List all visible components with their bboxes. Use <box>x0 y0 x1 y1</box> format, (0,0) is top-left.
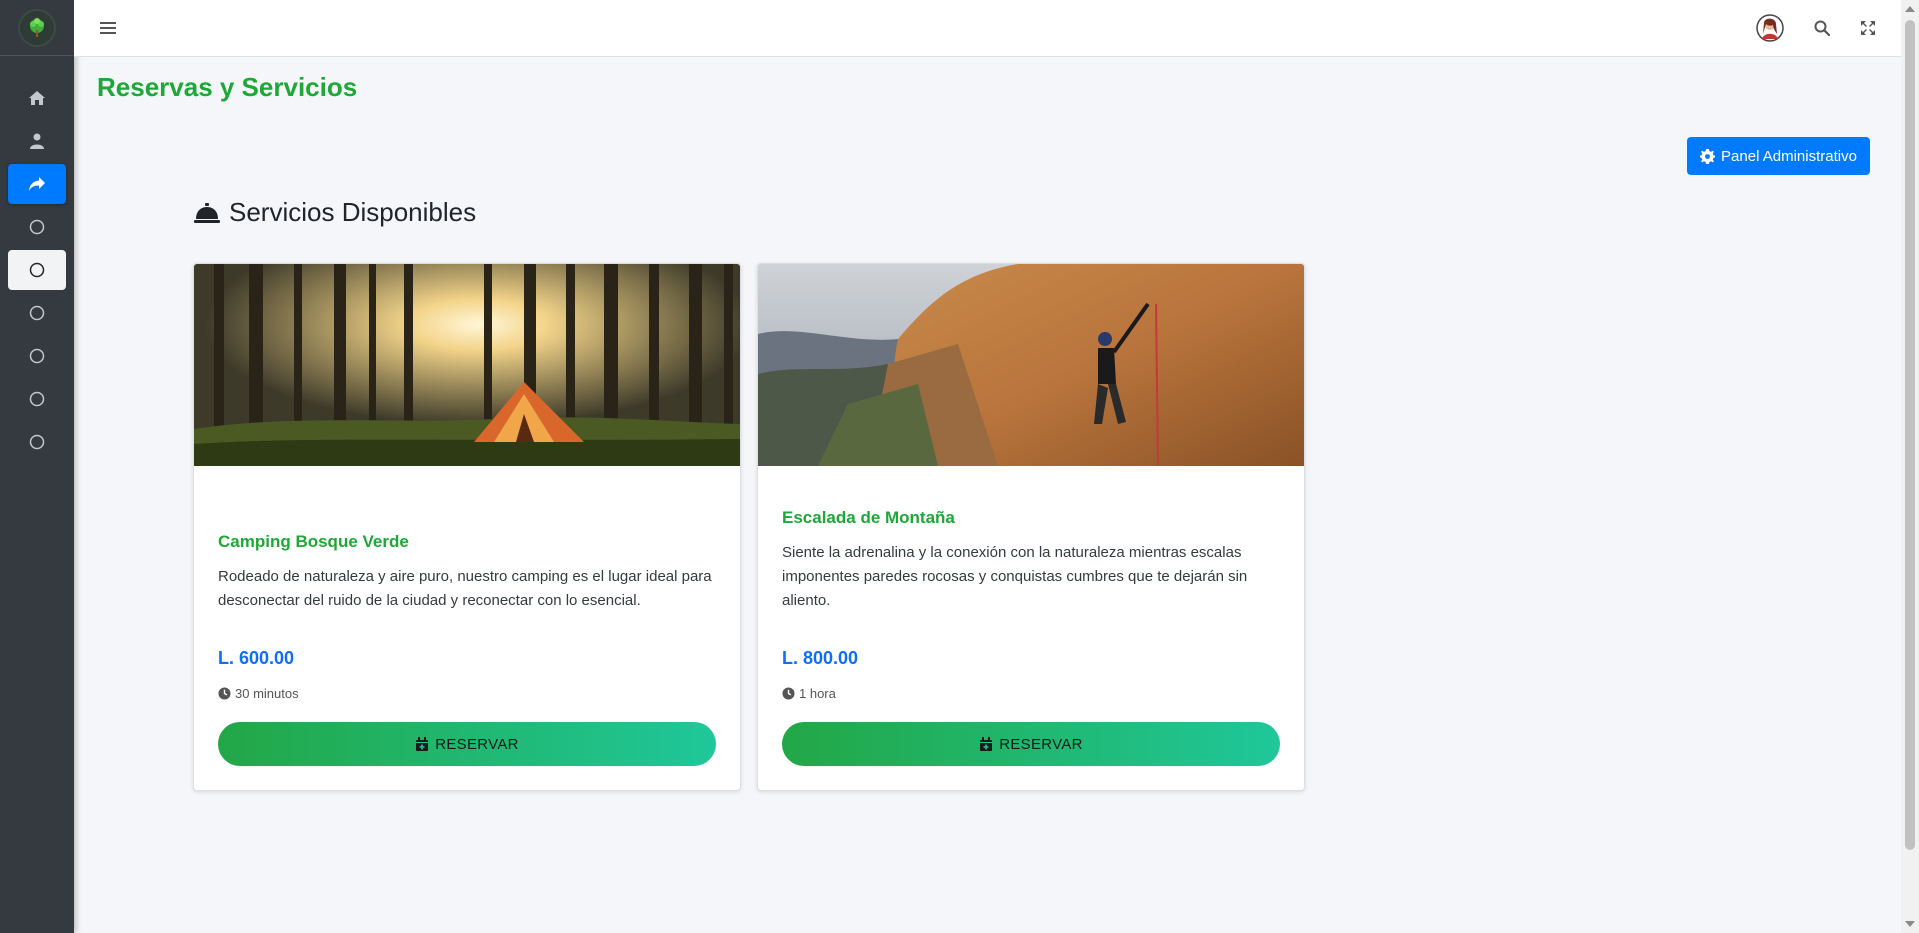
admin-panel-label: Panel Administrativo <box>1721 147 1857 165</box>
search-icon <box>1814 20 1830 36</box>
sidebar-item-reservas[interactable] <box>8 164 66 204</box>
sidebar-item-circle-4[interactable] <box>8 336 66 376</box>
service-duration: 1 hora <box>782 686 836 701</box>
sidebar-item-home[interactable] <box>8 78 66 118</box>
page-scrollbar[interactable] <box>1901 0 1919 933</box>
brand[interactable] <box>0 0 74 56</box>
circle-icon <box>29 434 45 450</box>
user-icon <box>30 133 44 149</box>
sidebar-item-circle-5[interactable] <box>8 379 66 419</box>
sidebar-item-circle-2[interactable] <box>8 250 66 290</box>
gear-icon <box>1700 148 1716 164</box>
page-title: Reservas y Servicios <box>97 72 358 102</box>
section-title: Servicios Disponibles <box>193 197 476 228</box>
circle-icon <box>29 348 45 364</box>
reserve-button[interactable]: RESERVAR <box>782 722 1280 766</box>
scrollbar-thumb[interactable] <box>1905 20 1915 850</box>
card-body: Escalada de Montaña Siente la adrenalina… <box>782 508 1280 613</box>
service-description: Siente la adrenalina y la conexión con l… <box>782 544 1248 609</box>
search-button[interactable] <box>1808 14 1836 42</box>
circle-icon <box>29 219 45 235</box>
service-card: Camping Bosque Verde Rodeado de naturale… <box>193 263 741 791</box>
reserve-label: RESERVAR <box>435 735 519 753</box>
clock-icon <box>218 687 231 700</box>
admin-panel-button[interactable]: Panel Administrativo <box>1687 137 1870 175</box>
sidebar-nav <box>0 78 74 462</box>
circle-icon <box>29 305 45 321</box>
expand-icon <box>1861 21 1875 35</box>
scroll-up-arrow[interactable] <box>1905 6 1915 12</box>
circle-icon <box>29 391 45 407</box>
scroll-down-arrow[interactable] <box>1905 921 1915 927</box>
fullscreen-button[interactable] <box>1854 14 1882 42</box>
sidebar-item-circle-1[interactable] <box>8 207 66 247</box>
calendar-plus-icon <box>416 736 429 751</box>
sidebar-item-circle-6[interactable] <box>8 422 66 462</box>
service-card: Escalada de Montaña Siente la adrenalina… <box>757 263 1305 791</box>
calendar-plus-icon <box>980 736 993 751</box>
sidebar-item-circle-3[interactable] <box>8 293 66 333</box>
reserve-button[interactable]: RESERVAR <box>218 722 716 766</box>
sidebar-item-user[interactable] <box>8 121 66 161</box>
sidebar <box>0 0 74 933</box>
clock-icon <box>782 687 795 700</box>
brand-logo[interactable] <box>20 10 54 45</box>
service-description: Rodeado de naturaleza y aire puro, nuest… <box>218 568 712 609</box>
hamburger-icon <box>100 22 116 34</box>
section-title-text: Servicios Disponibles <box>229 197 477 227</box>
share-icon <box>29 177 45 191</box>
user-avatar[interactable] <box>1756 14 1784 42</box>
service-name: Escalada de Montaña <box>782 508 955 527</box>
service-name: Camping Bosque Verde <box>218 532 409 551</box>
circle-icon <box>29 262 45 278</box>
service-image-escalada <box>758 264 1304 466</box>
service-duration: 30 minutos <box>218 686 299 701</box>
avatar-icon <box>1756 14 1784 42</box>
topbar <box>74 0 1901 57</box>
service-duration-text: 1 hora <box>799 686 836 701</box>
card-body: Camping Bosque Verde Rodeado de naturale… <box>218 532 716 613</box>
service-duration-text: 30 minutos <box>235 686 299 701</box>
service-price: L. 800.00 <box>782 648 859 668</box>
home-icon <box>29 91 45 105</box>
service-price: L. 600.00 <box>218 648 295 668</box>
reserve-label: RESERVAR <box>999 735 1083 753</box>
concierge-bell-icon <box>194 202 220 223</box>
service-image-camping <box>194 264 740 466</box>
menu-toggle-button[interactable] <box>94 14 122 42</box>
